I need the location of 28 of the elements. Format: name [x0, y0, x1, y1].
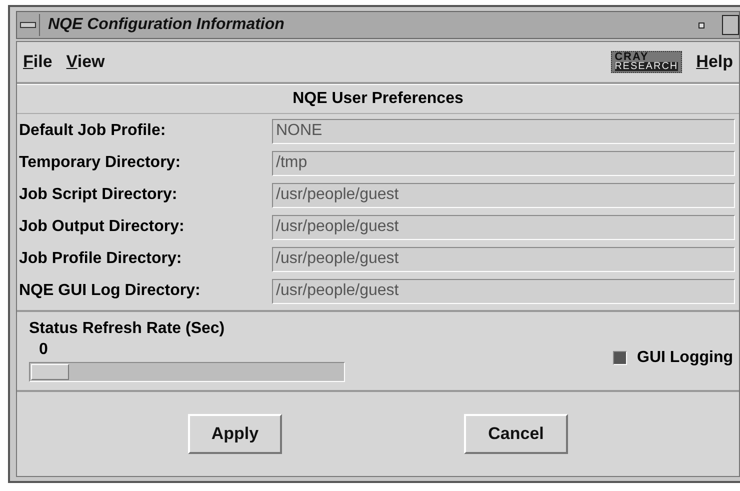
field-label: Job Output Directory:	[18, 218, 186, 236]
slider-label: Status Refresh Rate (Sec)	[29, 320, 226, 338]
field-label: Default Job Profile:	[18, 122, 167, 140]
input-field[interactable]: /tmp	[272, 150, 735, 176]
checkbox[interactable]	[613, 351, 628, 365]
section-title: NQE User Preferences	[17, 84, 739, 114]
input-field[interactable]: /usr/people/guest	[272, 182, 735, 208]
checkbox-label: GUI Logging	[637, 349, 733, 367]
input-field[interactable]: /usr/people/guest	[272, 246, 735, 272]
slider-value: 0	[38, 341, 49, 359]
window-menu-icon[interactable]	[20, 22, 36, 28]
field-label: Temporary Directory:	[18, 154, 182, 172]
dialog-button[interactable]: Apply	[188, 414, 282, 454]
company-logo: CRAY RESEARCH	[610, 50, 682, 74]
slider-track[interactable]	[29, 362, 345, 382]
input-field[interactable]: /usr/people/guest	[272, 214, 735, 240]
slider-thumb[interactable]	[31, 364, 69, 380]
window-title: NQE Configuration Information	[48, 16, 286, 34]
dialog-button[interactable]: Cancel	[464, 414, 568, 454]
menu-item[interactable]: View	[66, 52, 105, 72]
maximize-button[interactable]	[721, 14, 739, 36]
menu-item[interactable]: File	[23, 52, 52, 72]
input-field[interactable]: /usr/people/guest	[272, 278, 735, 304]
menu-item[interactable]: Help	[696, 52, 733, 72]
input-field[interactable]: NONE	[272, 118, 735, 144]
field-label: NQE GUI Log Directory:	[18, 282, 202, 300]
field-label: Job Script Directory:	[18, 186, 178, 204]
field-label: Job Profile Directory:	[18, 250, 183, 268]
